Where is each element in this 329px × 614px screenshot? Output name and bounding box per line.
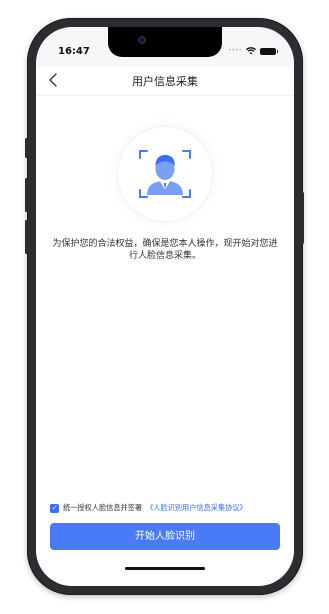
battery-icon [260,47,278,55]
agreement-prefix: 统一授权人脸信息并签署 [63,503,143,512]
home-indicator [125,567,205,570]
agreement-link[interactable]: 《人脸识别用户信息采集协议》 [146,503,247,513]
phone-screen: 16:47 •••• 用户信息采集 为保护您的合法权益，确保是您本人操作，现开始… [36,27,294,586]
notice-text: 为保护您的合法权益，确保是您本人操作，现开始对您进行人脸信息采集。 [52,239,278,261]
face-illustration [118,127,212,221]
page-title: 用户信息采集 [132,75,198,88]
mute-switch [25,138,28,158]
agreement-checkbox[interactable]: ✓ [50,503,59,513]
volume-up-button [25,178,28,212]
status-time: 16:47 [58,46,90,57]
signal-icon: •••• [227,47,242,54]
power-button [301,192,304,244]
status-icons: •••• [227,47,278,55]
main-content: 为保护您的合法权益，确保是您本人操作，现开始对您进行人脸信息采集。 ✓ 统一授权… [36,96,294,586]
face-scan-icon [139,150,191,198]
agreement-row: ✓ 统一授权人脸信息并签署 《人脸识别用户信息采集协议》 [50,503,247,513]
volume-down-button [25,220,28,254]
wifi-icon [246,47,256,55]
start-face-recognition-button[interactable]: 开始人脸识别 [50,523,280,550]
nav-bar: 用户信息采集 [36,67,294,96]
notch [108,27,222,57]
front-camera [138,36,146,44]
